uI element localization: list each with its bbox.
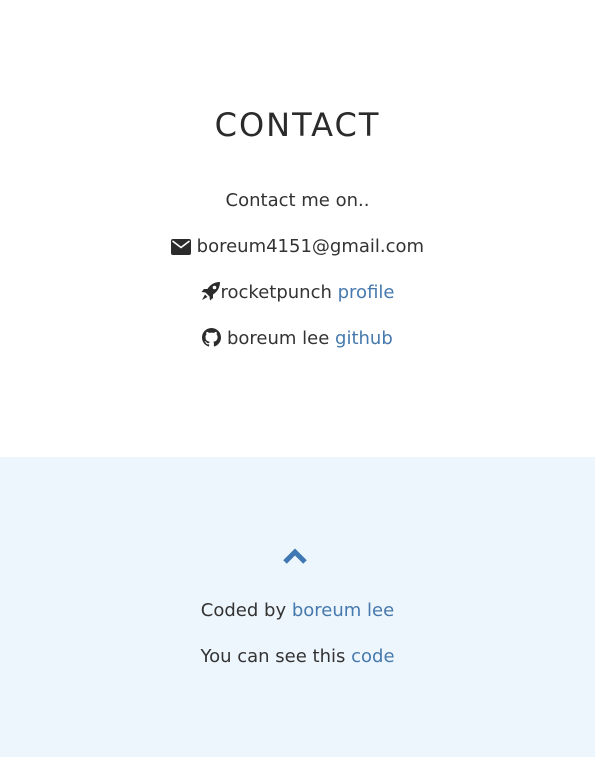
rocketpunch-text: rocketpunch [220, 282, 332, 303]
contact-title: CONTACT [214, 106, 381, 144]
profile-link[interactable]: profile [338, 282, 395, 303]
source-code-text: You can see this [200, 646, 346, 667]
contact-intro-text: Contact me on.. [225, 190, 370, 211]
code-link[interactable]: code [351, 646, 394, 667]
envelope-icon [170, 238, 191, 262]
rocket-icon [201, 281, 221, 308]
chevron-up-icon[interactable] [282, 547, 308, 567]
source-code-row: You can see this code [0, 645, 595, 669]
email-address: boreum4151@gmail.com [196, 236, 425, 257]
email-row: boreum4151@gmail.com [0, 235, 595, 262]
github-name: boreum lee [226, 328, 330, 349]
github-link[interactable]: github [335, 328, 393, 349]
coded-by-text: Coded by [200, 600, 287, 621]
rocketpunch-row: rocketpunch profile [0, 281, 595, 308]
author-link[interactable]: boreum lee [292, 600, 394, 621]
coded-by-row: Coded by boreum lee [0, 599, 595, 623]
footer: Coded by boreum lee You can see this cod… [0, 457, 595, 757]
github-row: boreum lee github [0, 327, 595, 354]
contact-intro: Contact me on.. [0, 189, 595, 213]
contact-section: CONTACT Contact me on.. boreum4151@gmail… [0, 0, 595, 457]
github-icon [202, 328, 222, 354]
